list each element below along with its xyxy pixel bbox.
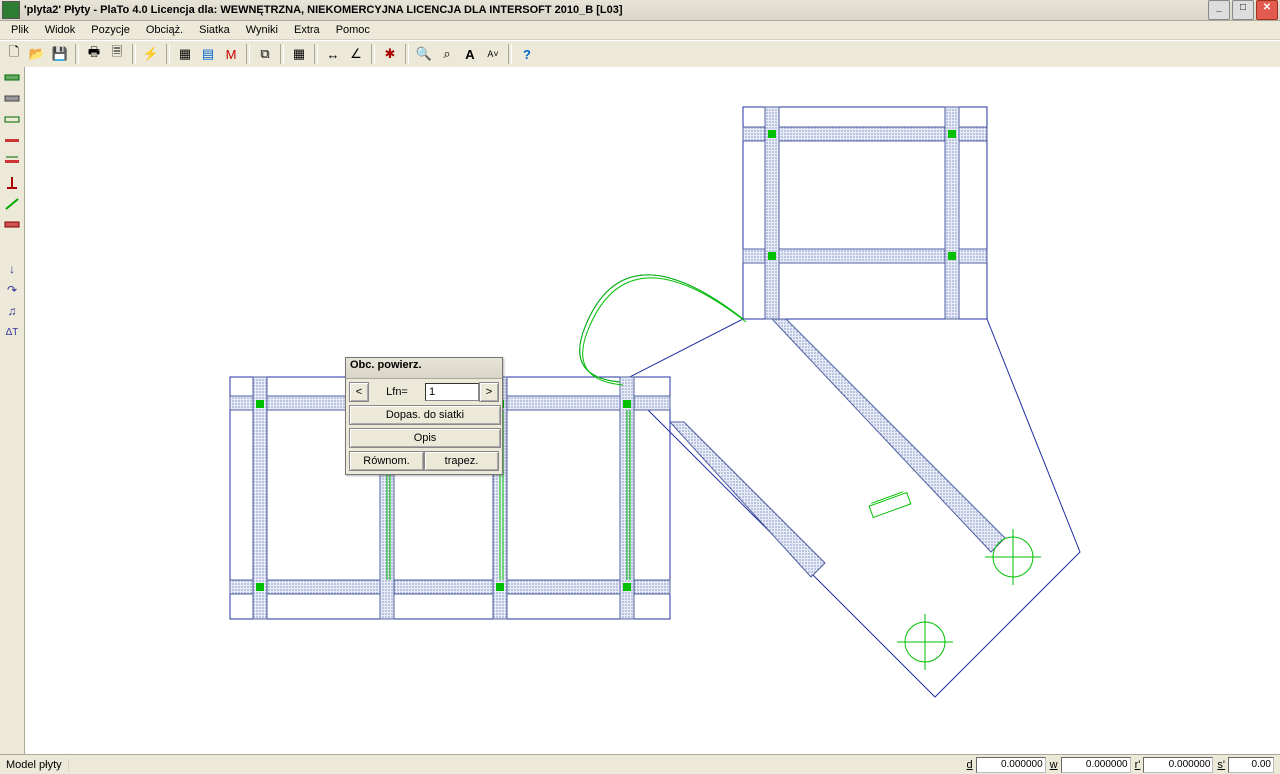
delta-t-icon[interactable]: ΔT	[2, 323, 22, 341]
menu-plik[interactable]: Plik	[4, 23, 36, 37]
zoom-area-icon[interactable]: ⌕	[436, 43, 458, 65]
minimize-button[interactable]: _	[1208, 0, 1230, 20]
open-file-icon[interactable]: 📂	[26, 43, 48, 65]
uniform-button[interactable]: Równom.	[349, 451, 424, 471]
bar-red2-icon[interactable]	[2, 153, 22, 171]
bug-icon[interactable]: ✱	[379, 43, 401, 65]
new-file-icon[interactable]: 🗋	[3, 43, 25, 65]
main-toolbar: 🗋 📂 💾 🖶 🗏 ⚡ ▦ ▤ M ⧉ ▦ ↔ ∠ ✱ 🔍 ⌕ A A˅ ?	[0, 40, 1280, 68]
grid2-icon[interactable]: ▦	[288, 43, 310, 65]
bolt-icon[interactable]: ⚡	[140, 43, 162, 65]
print-icon[interactable]: 🖶	[83, 43, 105, 65]
status-message: Model płyty	[0, 759, 69, 771]
copy-icon[interactable]: ⧉	[254, 43, 276, 65]
trapezoidal-button[interactable]: trapez.	[424, 451, 499, 471]
arrow-curve-icon[interactable]: ↷	[2, 281, 22, 299]
menu-extra[interactable]: Extra	[287, 23, 327, 37]
menu-siatka[interactable]: Siatka	[192, 23, 237, 37]
status-r-value: 0.000000	[1143, 757, 1213, 773]
draw-green-icon[interactable]	[2, 195, 22, 213]
model-drawing	[25, 67, 1280, 755]
lfn-input[interactable]	[425, 383, 479, 401]
lfn-prev-button[interactable]: <	[349, 382, 369, 402]
status-d-value: 0.000000	[976, 757, 1046, 773]
side-toolbar: ↓ ↷ ♫ ΔT	[0, 67, 25, 755]
status-r-label: r'	[1135, 759, 1141, 771]
menu-pomoc[interactable]: Pomoc	[329, 23, 377, 37]
dialog-title: Obc. powierz.	[346, 358, 502, 379]
fit-to-grid-button[interactable]: Dopas. do siatki	[349, 405, 501, 425]
arrow-down-icon[interactable]: ↓	[2, 260, 22, 278]
lfn-next-button[interactable]: >	[479, 382, 499, 402]
slab-outline-icon[interactable]	[2, 111, 22, 129]
layers-icon[interactable]: ▤	[197, 43, 219, 65]
drawing-canvas[interactable]: Obc. powierz. < Lfn= > Dopas. do siatki …	[25, 67, 1280, 755]
status-w-label: w	[1050, 759, 1058, 771]
status-d-label: d	[967, 759, 973, 771]
slab-grey-icon[interactable]	[2, 90, 22, 108]
menu-bar: Plik Widok Pozycje Obciąż. Siatka Wyniki…	[0, 21, 1280, 40]
measure-icon[interactable]: ↔	[322, 43, 344, 65]
angle-icon[interactable]: ∠	[345, 43, 367, 65]
lfn-label: Lfn=	[369, 386, 425, 398]
status-w-value: 0.000000	[1061, 757, 1131, 773]
status-s-value: 0.00	[1228, 757, 1274, 773]
note-icon[interactable]: ♫	[2, 302, 22, 320]
status-s-label: s'	[1217, 759, 1225, 771]
description-button[interactable]: Opis	[349, 428, 501, 448]
help-icon[interactable]: ?	[516, 43, 538, 65]
menu-obciaz[interactable]: Obciąż.	[139, 23, 190, 37]
slab-red-icon[interactable]	[2, 216, 22, 234]
maximize-button[interactable]: □	[1232, 0, 1254, 20]
zoom-in-icon[interactable]: 🔍	[413, 43, 435, 65]
title-bar: 'plyta2' Płyty - PlaTo 4.0 Licencja dla:…	[0, 0, 1280, 21]
menu-widok[interactable]: Widok	[38, 23, 83, 37]
save-icon[interactable]: 💾	[49, 43, 71, 65]
text-small-icon[interactable]: A˅	[482, 43, 504, 65]
status-bar: Model płyty d0.000000 w0.000000 r'0.0000…	[0, 754, 1280, 774]
grid-icon[interactable]: ▦	[174, 43, 196, 65]
slab-green-icon[interactable]	[2, 69, 22, 87]
app-icon	[2, 1, 20, 19]
surface-load-dialog[interactable]: Obc. powierz. < Lfn= > Dopas. do siatki …	[345, 357, 503, 475]
m-icon[interactable]: M	[220, 43, 242, 65]
window-title: 'plyta2' Płyty - PlaTo 4.0 Licencja dla:…	[24, 4, 1208, 16]
menu-pozycje[interactable]: Pozycje	[84, 23, 137, 37]
close-button[interactable]: ✕	[1256, 0, 1278, 20]
menu-wyniki[interactable]: Wyniki	[239, 23, 285, 37]
print-preview-icon[interactable]: 🗏	[106, 43, 128, 65]
text-a-icon[interactable]: A	[459, 43, 481, 65]
support-icon[interactable]	[2, 174, 22, 192]
bar-red-icon[interactable]	[2, 132, 22, 150]
